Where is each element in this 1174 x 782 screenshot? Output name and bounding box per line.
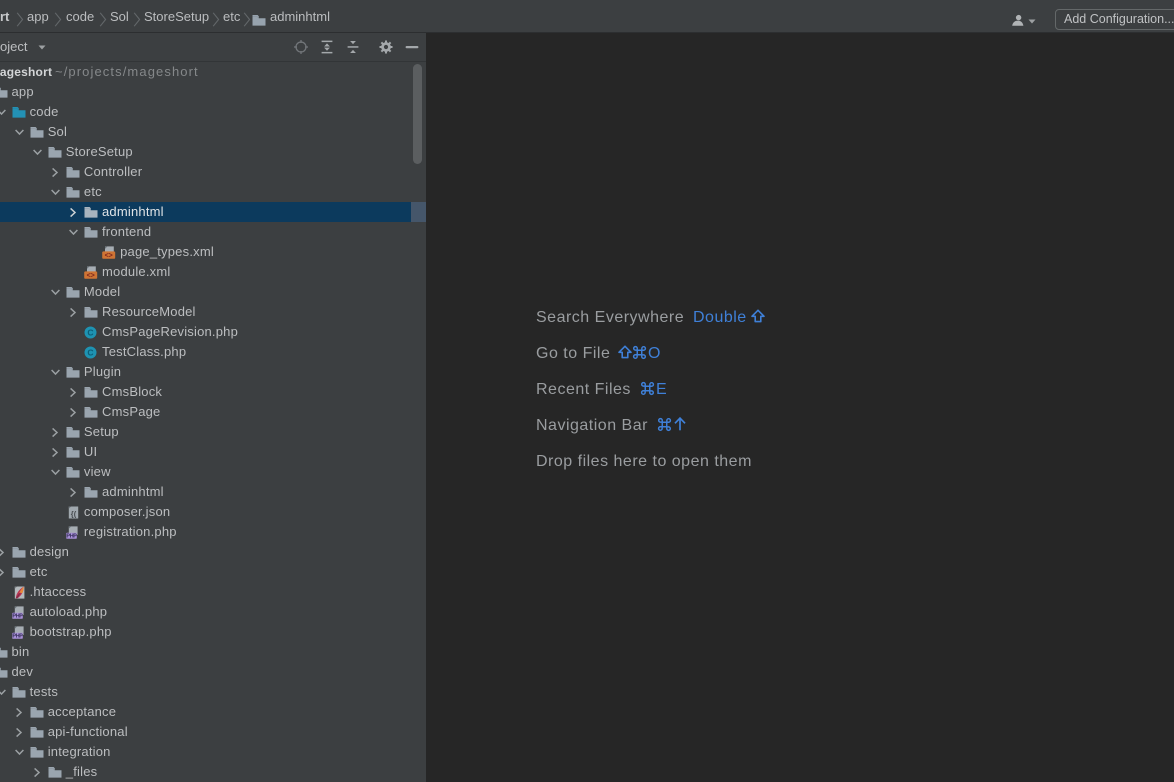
svg-text:{(: {( — [71, 509, 77, 518]
svg-text:PHP: PHP — [12, 633, 23, 638]
svg-text:<>: <> — [86, 272, 94, 279]
svg-text:C: C — [87, 347, 93, 357]
svg-text:PHP: PHP — [12, 613, 23, 618]
svg-text:PHP: PHP — [67, 533, 78, 538]
svg-text:C: C — [87, 327, 93, 337]
svg-text:<>: <> — [105, 252, 113, 259]
